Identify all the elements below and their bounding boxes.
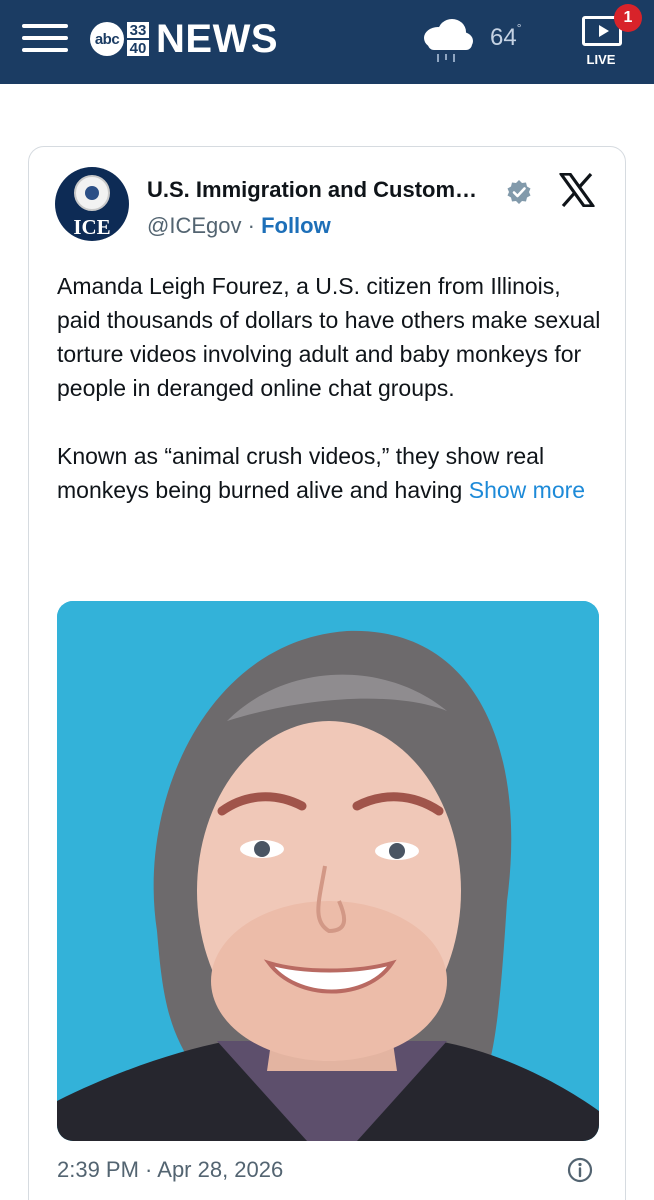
portrait-image [57, 601, 599, 1141]
temperature-value: 64 [490, 24, 517, 51]
account-handle-row: @ICEgov · Follow [147, 213, 331, 239]
post-body: Amanda Leigh Fourez, a U.S. citizen from… [57, 269, 605, 541]
cloud-rain-icon[interactable] [416, 14, 476, 66]
avatar-label: ICE [73, 215, 111, 239]
channel-numbers: 33 40 [126, 21, 150, 57]
station-logo[interactable]: abc 33 40 NEWS [90, 16, 278, 62]
info-icon[interactable] [567, 1157, 593, 1183]
temperature[interactable]: 64° [490, 21, 522, 52]
follow-button[interactable]: Follow [261, 213, 331, 238]
live-label: LIVE [586, 52, 616, 67]
live-notification-badge: 1 [614, 4, 642, 32]
channel-bottom: 40 [126, 39, 150, 57]
temperature-unit: ° [516, 21, 522, 35]
brand-word: NEWS [156, 17, 278, 61]
x-logo-icon[interactable] [559, 173, 595, 207]
dhs-seal-icon [74, 175, 110, 211]
account-avatar[interactable]: ICE [55, 167, 129, 241]
post-paragraph-1: Amanda Leigh Fourez, a U.S. citizen from… [57, 273, 601, 401]
news-header: abc 33 40 NEWS 64° 1 LIVE [0, 0, 654, 84]
post-paragraph-2: Known as “animal crush videos,” they sho… [57, 439, 605, 507]
account-handle[interactable]: @ICEgov [147, 213, 241, 238]
menu-icon[interactable] [22, 24, 68, 54]
live-button[interactable]: 1 LIVE [576, 4, 642, 70]
channel-top: 33 [126, 21, 150, 39]
post-photo[interactable] [57, 601, 599, 1141]
account-name[interactable]: U.S. Immigration and Custom… [147, 177, 477, 203]
abc-logo: abc [90, 22, 124, 56]
embedded-post-card: ICE U.S. Immigration and Custom… @ICEgov… [28, 146, 626, 1200]
post-timestamp[interactable]: 2:39 PM · Apr 28, 2026 [57, 1157, 283, 1183]
verified-badge-icon [507, 180, 531, 204]
separator: · [247, 213, 255, 238]
show-more-link[interactable]: Show more [469, 477, 585, 503]
